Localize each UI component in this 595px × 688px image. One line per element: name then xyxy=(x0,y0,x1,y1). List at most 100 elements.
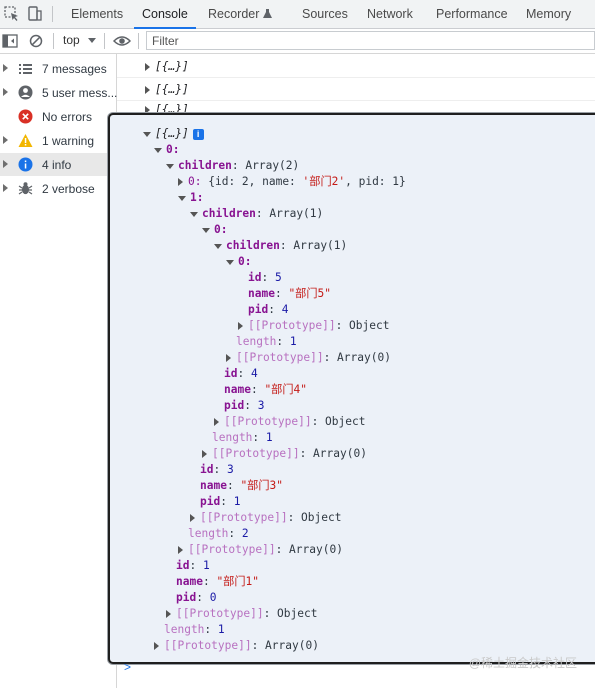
collapse-arrow-icon xyxy=(202,227,210,233)
tab-separator xyxy=(52,6,53,22)
console-toolbar: top Filter xyxy=(0,29,595,54)
tree-row[interactable]: [[Prototype]]: Object xyxy=(190,510,341,526)
tree-row[interactable]: 0: xyxy=(154,142,179,158)
prop-key: name xyxy=(224,383,251,396)
tree-row[interactable]: 0: xyxy=(202,222,227,238)
collapse-arrow-icon xyxy=(214,243,222,249)
string-value: "部门3" xyxy=(240,479,284,492)
user-icon xyxy=(18,85,33,100)
prototype-type: Array(0) xyxy=(289,543,343,556)
tree-row[interactable]: 0: xyxy=(226,254,251,270)
prototype-type: Object xyxy=(277,607,318,620)
prop-key: id xyxy=(176,559,190,572)
sidebar-item-label: 1 warning xyxy=(42,134,95,148)
sidebar-toggle-icon[interactable] xyxy=(2,33,18,49)
sidebar-item-messages[interactable]: 7 messages xyxy=(0,57,116,80)
index-key: 0: xyxy=(214,223,228,236)
prototype-type: Array(0) xyxy=(313,447,367,460)
prop-key: id xyxy=(224,367,238,380)
tree-row: pid: 0 xyxy=(176,591,217,604)
sidebar-item-errors[interactable]: No errors xyxy=(0,105,116,128)
tree-row[interactable]: [[Prototype]]: Array(0) xyxy=(154,638,319,654)
expand-arrow-icon xyxy=(214,418,219,426)
live-expression-eye-icon[interactable] xyxy=(113,33,131,49)
expand-arrow-icon xyxy=(202,450,207,458)
console-message[interactable]: [{…}] xyxy=(117,55,595,78)
console-message[interactable]: [{…}] xyxy=(117,78,595,101)
prototype-key: [[Prototype]] xyxy=(248,319,336,332)
tab-recorder[interactable]: Recorder xyxy=(208,0,272,28)
expand-arrow-icon xyxy=(238,322,243,330)
tree-row: id: 1 xyxy=(176,559,210,572)
expand-arrow-icon xyxy=(145,63,150,71)
index-key: 0: xyxy=(166,143,180,156)
console-prompt[interactable]: > xyxy=(124,660,131,674)
tree-row: id: 3 xyxy=(200,463,234,476)
tree-row[interactable]: [[Prototype]]: Array(0) xyxy=(178,542,343,558)
array-type: Array(1) xyxy=(269,207,324,220)
expand-arrow-icon xyxy=(178,178,183,186)
prop-key: length xyxy=(236,335,277,348)
flask-icon xyxy=(262,9,272,18)
devtools-tab-bar: Elements Console Recorder Sources Networ… xyxy=(0,0,595,29)
tree-row[interactable]: [[Prototype]]: Object xyxy=(238,318,389,334)
expand-arrow-icon xyxy=(3,88,8,96)
sidebar-item-info[interactable]: 4 info xyxy=(0,153,116,176)
tree-row[interactable]: [[Prototype]]: Array(0) xyxy=(202,446,367,462)
prop-key: length xyxy=(212,431,253,444)
index-key: 1: xyxy=(190,191,204,204)
prototype-type: Object xyxy=(349,319,390,332)
sidebar-item-user-messages[interactable]: 5 user mess... xyxy=(0,81,117,104)
tab-network[interactable]: Network xyxy=(367,0,413,28)
prototype-key: [[Prototype]] xyxy=(176,607,264,620)
tree-row[interactable]: 0: {id: 2, name: '部门2', pid: 1} xyxy=(178,174,406,190)
tab-console[interactable]: Console xyxy=(134,0,196,29)
context-value: top xyxy=(63,33,80,47)
tab-sources[interactable]: Sources xyxy=(302,0,348,28)
prop-key: children xyxy=(202,207,256,220)
tree-row[interactable]: children: Array(1) xyxy=(190,206,323,222)
collapse-arrow-icon xyxy=(178,195,186,201)
index-key: 0: xyxy=(188,175,202,188)
clear-console-icon[interactable] xyxy=(28,33,44,49)
context-selector[interactable]: top xyxy=(63,33,97,47)
tree-row[interactable]: 1: xyxy=(178,190,203,206)
tree-row[interactable]: [[Prototype]]: Object xyxy=(214,414,365,430)
tree-row: id: 5 xyxy=(248,271,282,284)
expand-arrow-icon xyxy=(3,184,8,192)
device-toolbar-icon[interactable] xyxy=(26,5,44,23)
tree-row: name: "部门1" xyxy=(176,575,260,588)
number-value: 0 xyxy=(209,591,217,604)
tab-memory[interactable]: Memory xyxy=(526,0,571,28)
tab-performance[interactable]: Performance xyxy=(436,0,508,28)
sidebar-item-label: 2 verbose xyxy=(42,182,95,196)
prop-key: name xyxy=(176,575,203,588)
tree-row[interactable]: children: Array(2) xyxy=(166,158,299,174)
prop-key: id xyxy=(248,271,262,284)
toolbar-separator xyxy=(138,33,139,49)
info-icon xyxy=(18,157,33,172)
expanded-object-panel[interactable]: [{…}] i 0: children: Array(2) 0: {id: 2, … xyxy=(108,113,595,664)
tree-row: id: 4 xyxy=(224,367,258,380)
sidebar-item-warnings[interactable]: 1 warning xyxy=(0,129,116,152)
string-value: "部门4" xyxy=(264,383,308,396)
filter-input[interactable]: Filter xyxy=(146,31,595,50)
collapse-arrow-icon xyxy=(226,259,234,265)
inspect-element-icon[interactable] xyxy=(3,5,21,23)
tree-row[interactable]: children: Array(1) xyxy=(214,238,347,254)
error-icon xyxy=(18,109,33,124)
prototype-key: [[Prototype]] xyxy=(224,415,312,428)
sidebar-item-verbose[interactable]: 2 verbose xyxy=(0,177,116,200)
collapsed-array[interactable]: [{…}] xyxy=(145,83,189,96)
tree-row[interactable]: [[Prototype]]: Array(0) xyxy=(226,350,391,366)
prototype-type: Array(0) xyxy=(265,639,319,652)
prototype-type: Object xyxy=(325,415,366,428)
info-badge-icon[interactable]: i xyxy=(192,128,204,140)
tab-elements[interactable]: Elements xyxy=(71,0,123,28)
number-value: 1 xyxy=(217,623,225,636)
number-value: 3 xyxy=(226,463,234,476)
collapse-arrow-icon xyxy=(154,147,162,153)
tree-row[interactable]: [[Prototype]]: Object xyxy=(166,606,317,622)
collapsed-array[interactable]: [{…}] xyxy=(145,60,189,73)
tree-root[interactable]: [{…}] i xyxy=(143,126,204,142)
